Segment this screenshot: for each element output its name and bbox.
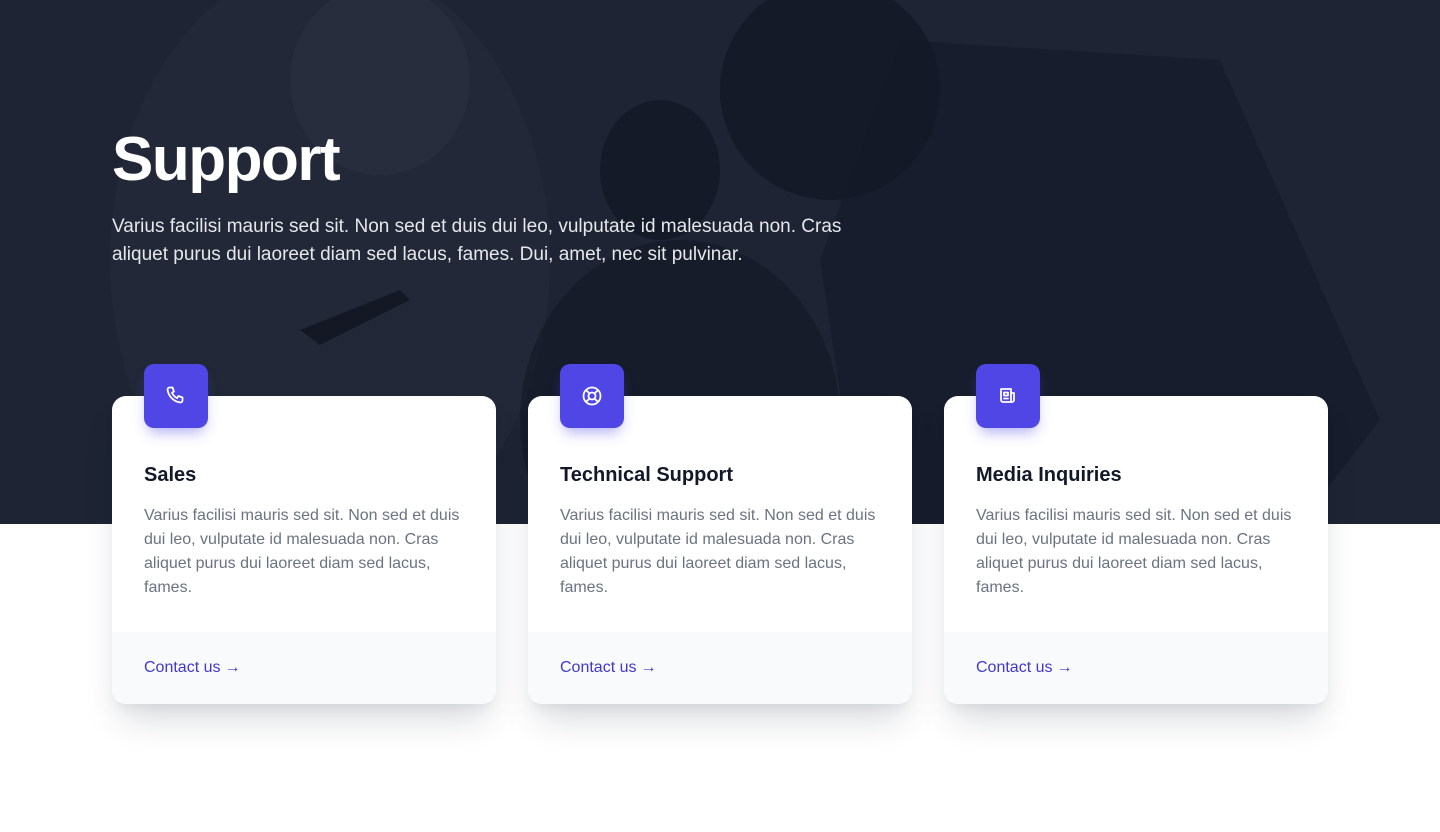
card-description: Varius facilisi mauris sed sit. Non sed … bbox=[976, 507, 1292, 596]
contact-us-label: Contact us bbox=[976, 659, 1053, 676]
lifebuoy-icon bbox=[560, 364, 624, 428]
arrow-right-icon: → bbox=[640, 659, 657, 676]
card-footer: Contact us → bbox=[944, 632, 1328, 704]
page: Support Varius facilisi mauris sed sit. … bbox=[0, 0, 1440, 832]
phone-icon bbox=[144, 364, 208, 428]
support-cards: Sales Varius facilisi mauris sed sit. No… bbox=[112, 364, 1328, 704]
card-footer: Contact us → bbox=[112, 632, 496, 704]
card-title: Sales bbox=[144, 464, 197, 486]
card-description: Varius facilisi mauris sed sit. Non sed … bbox=[560, 507, 876, 596]
card-sales: Sales Varius facilisi mauris sed sit. No… bbox=[112, 364, 496, 704]
card-title: Technical Support bbox=[560, 464, 733, 486]
card-media-inquiries: Media Inquiries Varius facilisi mauris s… bbox=[944, 364, 1328, 704]
arrow-right-icon: → bbox=[1056, 659, 1073, 676]
card-description: Varius facilisi mauris sed sit. Non sed … bbox=[144, 507, 460, 596]
hero-description: Varius facilisi mauris sed sit. Non sed … bbox=[112, 216, 842, 265]
contact-us-link[interactable]: Contact us → bbox=[976, 656, 1072, 680]
contact-us-link[interactable]: Contact us → bbox=[144, 656, 240, 680]
page-title: Support bbox=[112, 125, 341, 194]
contact-us-label: Contact us bbox=[144, 659, 221, 676]
card-title: Media Inquiries bbox=[976, 464, 1122, 486]
card-footer: Contact us → bbox=[528, 632, 912, 704]
contact-us-link[interactable]: Contact us → bbox=[560, 656, 656, 680]
contact-us-label: Contact us bbox=[560, 659, 637, 676]
card-technical-support: Technical Support Varius facilisi mauris… bbox=[528, 364, 912, 704]
arrow-right-icon: → bbox=[224, 659, 241, 676]
newspaper-icon bbox=[976, 364, 1040, 428]
